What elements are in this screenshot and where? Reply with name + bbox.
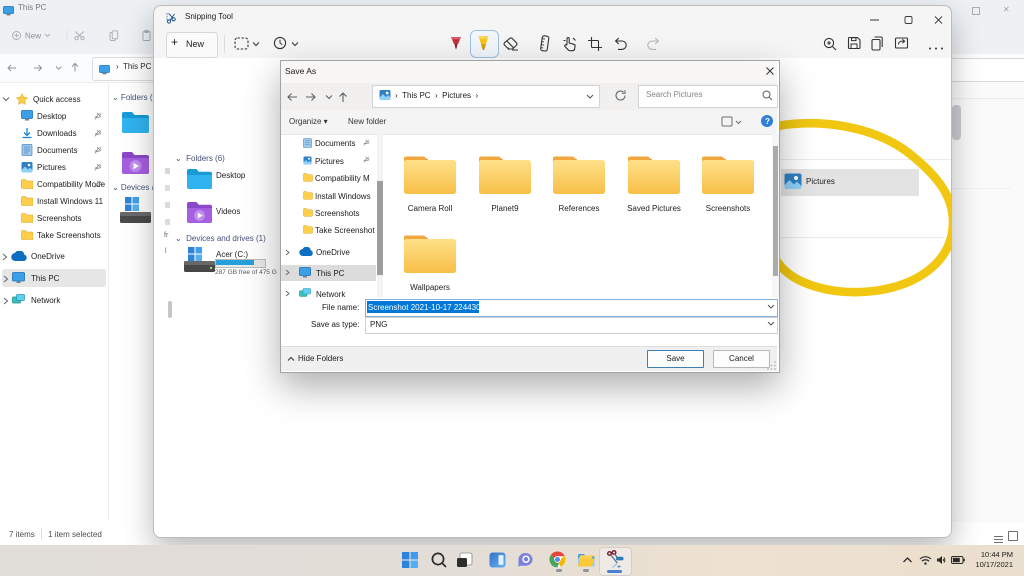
svg-text:New: New [25,32,41,41]
